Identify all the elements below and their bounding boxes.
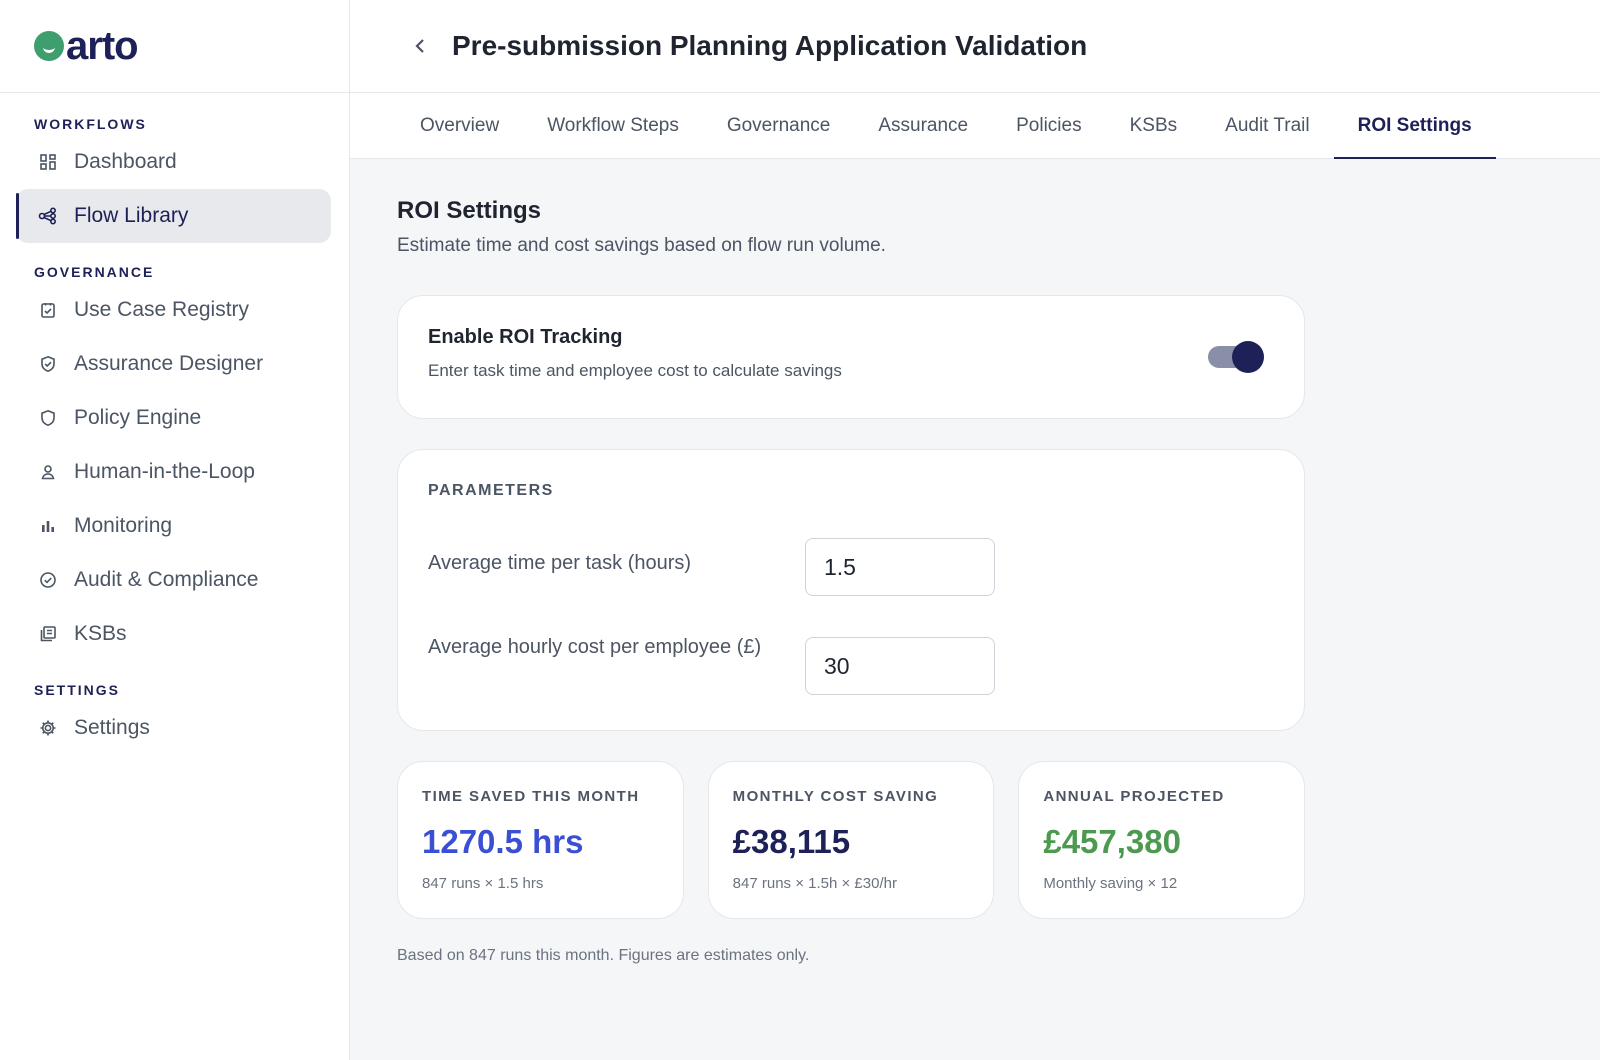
stat-label: ANNUAL PROJECTED — [1043, 788, 1225, 805]
flow-icon — [38, 206, 58, 226]
sidebar-item-audit-compliance[interactable]: Audit & Compliance — [16, 553, 331, 607]
sidebar-item-settings[interactable]: Settings — [16, 701, 331, 755]
tab-workflow-steps[interactable]: Workflow Steps — [523, 93, 703, 159]
dashboard-icon — [38, 152, 58, 172]
sidebar-item-label: Use Case Registry — [74, 298, 250, 321]
roi-tracking-toggle[interactable] — [1208, 341, 1264, 373]
sidebar-nav: WORKFLOWS Dashboard Flow Library GOVERNA… — [0, 93, 349, 755]
page-title: Pre-submission Planning Application Vali… — [452, 30, 1088, 61]
nav-section-workflows: WORKFLOWS — [34, 116, 147, 132]
sidebar-item-monitoring[interactable]: Monitoring — [16, 499, 331, 553]
sidebar-item-label: Monitoring — [74, 514, 173, 537]
stat-value: £457,380 — [1043, 823, 1181, 860]
tab-audit-trail[interactable]: Audit Trail — [1201, 93, 1333, 159]
toggle-title: Enable ROI Tracking — [428, 326, 623, 348]
toggle-knob — [1232, 341, 1264, 373]
sidebar-item-human-in-the-loop[interactable]: Human-in-the-Loop — [16, 445, 331, 499]
tab-policies[interactable]: Policies — [992, 93, 1105, 159]
tab-roi-settings[interactable]: ROI Settings — [1333, 93, 1496, 160]
sidebar-item-label: Flow Library — [74, 204, 189, 227]
tab-bar: Overview Workflow Steps Governance Assur… — [350, 93, 1600, 160]
tab-overview[interactable]: Overview — [396, 93, 523, 159]
stat-note: Monthly saving × 12 — [1043, 875, 1178, 892]
sidebar-item-ksbs[interactable]: KSBs — [16, 607, 331, 661]
logo-mark-icon — [34, 31, 64, 61]
gear-icon — [38, 718, 58, 738]
roi-tracking-card: Enable ROI Tracking Enter task time and … — [397, 295, 1305, 419]
hourly-cost-input[interactable] — [805, 637, 995, 695]
sidebar-item-label: Policy Engine — [74, 406, 202, 429]
hourly-cost-label: Average hourly cost per employee (£) — [428, 636, 762, 658]
nav-section-governance: GOVERNANCE — [34, 264, 155, 280]
sidebar-item-label: Settings — [74, 716, 150, 739]
section-title: ROI Settings — [397, 197, 542, 224]
stat-value: £38,115 — [732, 823, 851, 860]
sidebar-item-dashboard[interactable]: Dashboard — [16, 135, 331, 189]
back-chevron-icon[interactable] — [410, 36, 430, 56]
time-per-task-label: Average time per task (hours) — [428, 552, 692, 574]
sidebar-item-label: Dashboard — [74, 150, 177, 173]
clipboard-check-icon — [38, 300, 58, 320]
sidebar: arto WORKFLOWS Dashboard Flow Library GO… — [0, 0, 350, 1060]
stat-note: 847 runs × 1.5h × £30/hr — [732, 875, 897, 892]
tab-ksbs[interactable]: KSBs — [1106, 93, 1202, 159]
nav-section-settings: SETTINGS — [34, 682, 121, 698]
tab-assurance[interactable]: Assurance — [854, 93, 992, 159]
shield-icon — [38, 408, 58, 428]
sidebar-item-policy-engine[interactable]: Policy Engine — [16, 391, 331, 445]
check-circle-icon — [38, 570, 58, 590]
stat-annual-projected: ANNUAL PROJECTED £457,380 Monthly saving… — [1018, 761, 1306, 919]
sidebar-item-label: Audit & Compliance — [74, 568, 259, 591]
bar-chart-icon — [38, 516, 58, 536]
library-icon — [38, 624, 58, 644]
sidebar-item-use-case-registry[interactable]: Use Case Registry — [16, 283, 331, 337]
page-header: Pre-submission Planning Application Vali… — [350, 0, 1600, 93]
sidebar-item-label: KSBs — [74, 622, 127, 645]
logo[interactable]: arto — [0, 0, 349, 93]
sidebar-item-assurance-designer[interactable]: Assurance Designer — [16, 337, 331, 391]
stat-time-saved: TIME SAVED THIS MONTH 1270.5 hrs 847 run… — [397, 761, 684, 919]
stats-row: TIME SAVED THIS MONTH 1270.5 hrs 847 run… — [397, 761, 1306, 919]
parameters-card: PARAMETERS Average time per task (hours)… — [397, 449, 1305, 731]
sidebar-item-flow-library[interactable]: Flow Library — [16, 189, 331, 243]
section-subtitle: Estimate time and cost savings based on … — [397, 235, 886, 256]
stat-monthly-cost-saving: MONTHLY COST SAVING £38,115 847 runs × 1… — [707, 761, 995, 919]
time-per-task-input[interactable] — [805, 538, 995, 596]
stat-value: 1270.5 hrs — [422, 823, 584, 860]
stat-note: 847 runs × 1.5 hrs — [422, 875, 544, 892]
footnote: Based on 847 runs this month. Figures ar… — [397, 947, 810, 964]
toggle-description: Enter task time and employee cost to cal… — [428, 361, 842, 380]
sidebar-item-label: Human-in-the-Loop — [74, 460, 255, 483]
person-icon — [38, 462, 58, 482]
sidebar-item-label: Assurance Designer — [74, 352, 264, 375]
tab-governance[interactable]: Governance — [703, 93, 855, 159]
shield-check-icon — [38, 354, 58, 374]
stat-label: TIME SAVED THIS MONTH — [422, 788, 640, 805]
stat-label: MONTHLY COST SAVING — [732, 788, 939, 805]
main-content: ROI Settings Estimate time and cost savi… — [350, 159, 1600, 1060]
logo-text: arto — [66, 24, 139, 68]
parameters-label: PARAMETERS — [428, 482, 554, 499]
